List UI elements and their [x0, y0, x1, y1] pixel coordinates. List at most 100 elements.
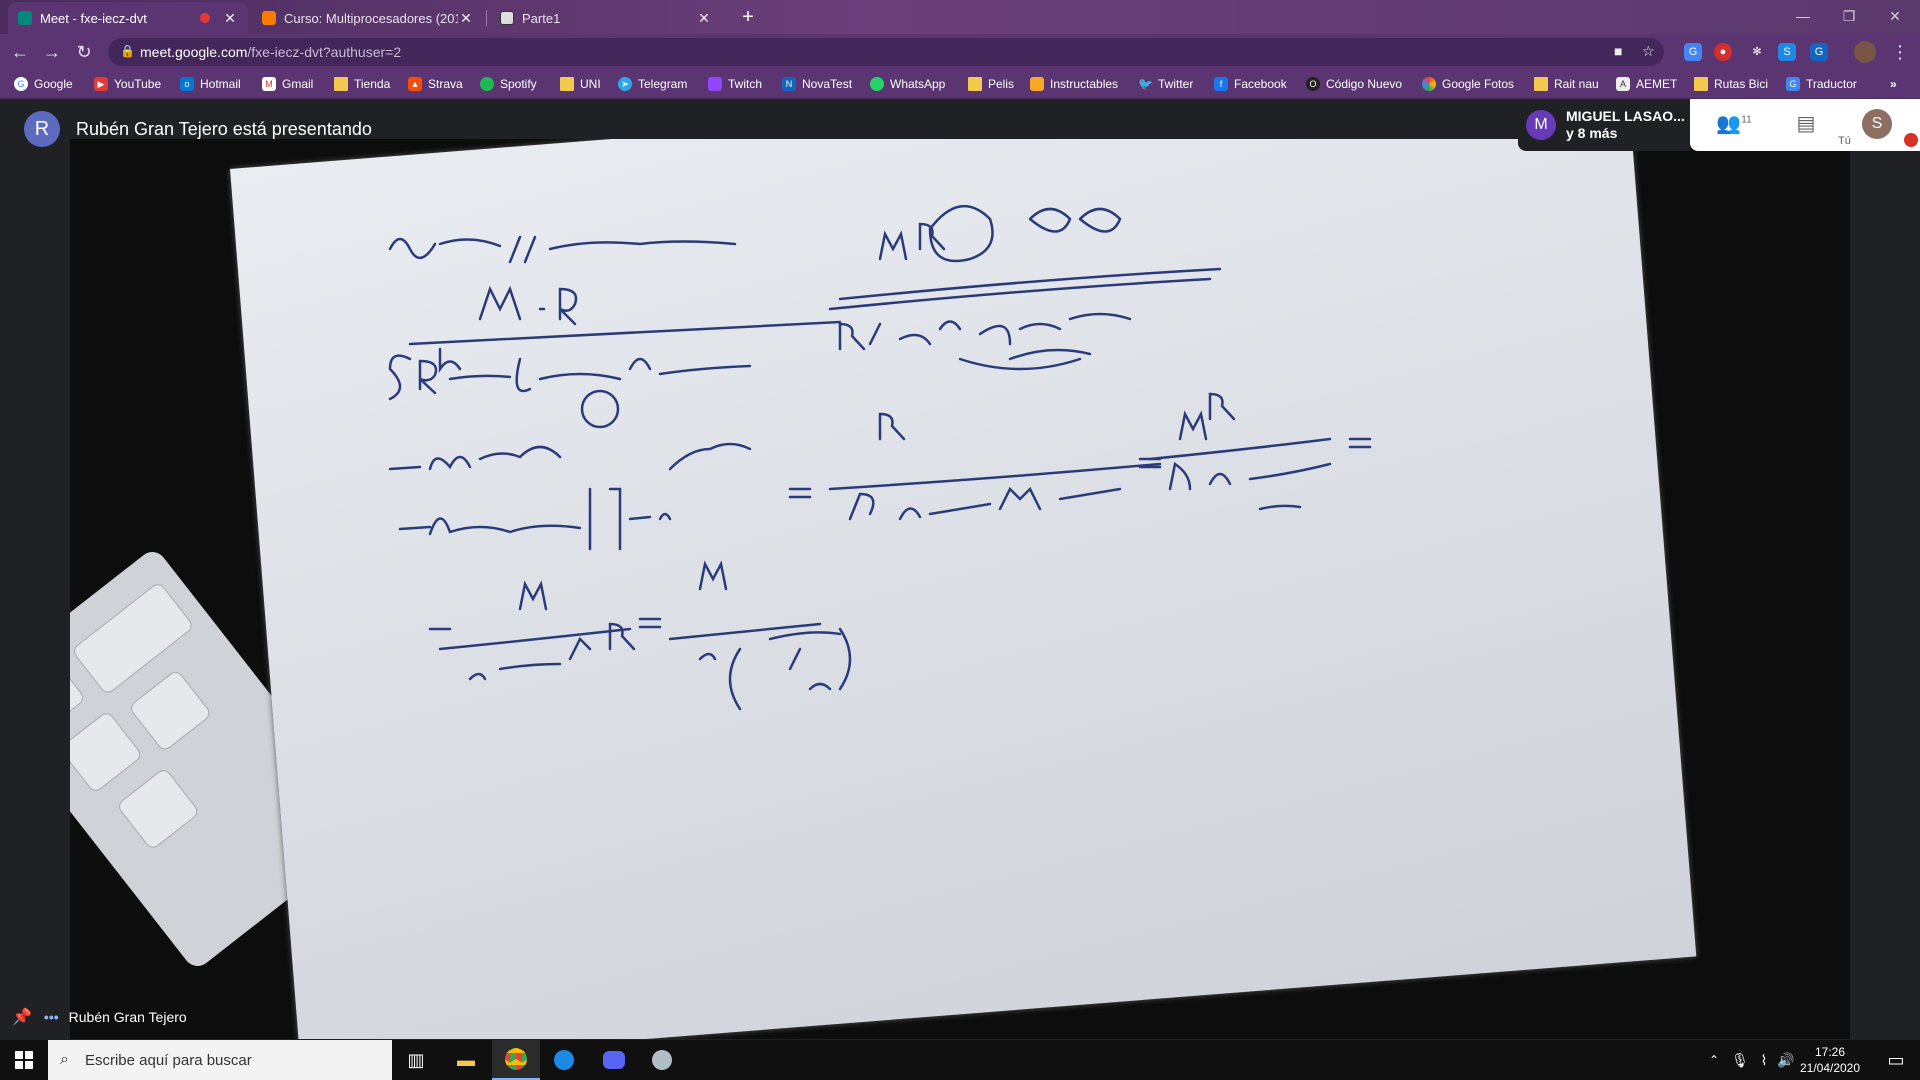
bookmark-label: Google Fotos [1442, 77, 1515, 91]
skype-extension-icon[interactable]: S [1778, 43, 1796, 61]
reload-icon[interactable]: ↻ [72, 40, 96, 64]
more-options-icon[interactable]: ••• [44, 1009, 59, 1025]
folder-icon [1694, 77, 1708, 91]
self-label: Tú [1838, 135, 1851, 147]
self-avatar[interactable]: S [1862, 109, 1892, 139]
file-explorer-icon[interactable]: ▬ [442, 1040, 490, 1080]
participants-chip[interactable]: M MIGUEL LASAO... y 8 más [1518, 99, 1690, 151]
taskbar-clock[interactable]: 17:26 21/04/2020 [1780, 1044, 1880, 1076]
close-window-icon[interactable]: ✕ [1872, 4, 1918, 28]
bookmark-tienda[interactable]: Tienda [334, 75, 390, 93]
bookmark-codigo-nuevo[interactable]: O Código Nuevo [1306, 75, 1402, 93]
tab-parte1[interactable]: Parte1 ✕ [490, 2, 722, 34]
bookmark-pelis[interactable]: Pelis [968, 75, 1014, 93]
people-icon: 👥 [1716, 113, 1742, 135]
camera-icon[interactable]: ■ [1614, 43, 1622, 59]
menu-kebab-icon[interactable]: ⋮ [1888, 40, 1912, 64]
bookmark-telegram[interactable]: ➤ Telegram [618, 75, 687, 93]
google-icon: G [14, 77, 28, 91]
forward-arrow-icon[interactable]: → [40, 40, 64, 64]
tab-divider [486, 10, 487, 26]
presenter-banner-text: Rubén Gran Tejero está presentando [76, 118, 372, 139]
bookmark-whatsapp[interactable]: WhatsApp [870, 75, 945, 93]
close-tab-icon[interactable]: ✕ [222, 10, 238, 27]
bookmark-facebook[interactable]: f Facebook [1214, 75, 1287, 93]
discord-icon[interactable] [590, 1040, 638, 1080]
task-view-icon[interactable]: ▥ [392, 1040, 440, 1080]
bookmark-label: Twitter [1158, 77, 1194, 91]
speaker-name: Rubén Gran Tejero [68, 1009, 187, 1025]
bookmark-label: Hotmail [200, 77, 241, 91]
mic-off-icon [1904, 133, 1918, 147]
folder-icon [334, 77, 348, 91]
tab-curso[interactable]: Curso: Multiprocesadores (2019- ✕ [252, 2, 484, 34]
speaker-name-tag: 📌 ••• Rubén Gran Tejero [12, 1007, 187, 1027]
bookmarks-bar: G Google ▶ YouTube o Hotmail M Gmail Tienda … [0, 70, 1920, 99]
bookmark-novatest[interactable]: N NovaTest [782, 75, 852, 93]
presenter-banner: R Rubén Gran Tejero está presentando [24, 111, 372, 147]
bookmark-traductor[interactable]: G Traductor [1786, 75, 1857, 93]
windows-start-icon[interactable] [0, 1040, 48, 1080]
codigo-nuevo-icon: O [1306, 77, 1320, 91]
folder-icon [1534, 77, 1548, 91]
bookmark-label: Rait nau [1554, 77, 1599, 91]
bookmark-google-fotos[interactable]: Google Fotos [1422, 75, 1514, 93]
tab-meet[interactable]: Meet - fxe-iecz-dvt ✕ [8, 2, 248, 34]
novatest-icon: N [782, 77, 796, 91]
address-bar[interactable]: 🔒 meet.google.com/fxe-iecz-dvt?authuser=… [108, 38, 1664, 66]
close-tab-icon[interactable]: ✕ [458, 10, 474, 27]
restore-window-icon[interactable]: ❐ [1826, 4, 1872, 28]
bookmark-uni[interactable]: UNI [560, 75, 601, 93]
meet-side-controls: 👥11 ▤ S Tú [1690, 99, 1920, 151]
url-text: meet.google.com/fxe-iecz-dvt?authuser=2 [140, 44, 401, 60]
bookmark-strava[interactable]: ▲ Strava [408, 75, 463, 93]
bookmark-label: Código Nuevo [1326, 77, 1403, 91]
profile-avatar[interactable] [1854, 41, 1876, 63]
bookmark-rait-nau[interactable]: Rait nau [1534, 75, 1599, 93]
gmail-icon: M [262, 77, 276, 91]
outlook-icon: o [180, 77, 194, 91]
facebook-icon: f [1214, 77, 1228, 91]
taskbar-search-box[interactable]: ⌕ Escribe aquí para buscar [48, 1040, 392, 1080]
strava-icon: ▲ [408, 77, 422, 91]
close-tab-icon[interactable]: ✕ [696, 10, 712, 27]
people-button[interactable]: 👥11 [1714, 111, 1754, 139]
new-tab-button[interactable]: + [736, 6, 760, 30]
bookmark-star-icon[interactable]: ☆ [1642, 43, 1655, 60]
grammar-extension-icon[interactable]: G [1810, 43, 1828, 61]
bookmark-twitch[interactable]: Twitch [708, 75, 762, 93]
chrome-taskbar-icon[interactable] [492, 1040, 540, 1080]
url-path: /fxe-iecz-dvt?authuser=2 [247, 44, 402, 60]
gear-extension-icon[interactable]: ✻ [1748, 43, 1766, 61]
twitter-icon: 🐦 [1138, 77, 1153, 91]
bookmark-rutas-bici[interactable]: Rutas Bici [1694, 75, 1768, 93]
app-icon-2[interactable] [638, 1040, 686, 1080]
bookmark-google[interactable]: G Google [14, 75, 73, 93]
chat-icon: ▤ [1796, 113, 1816, 135]
bookmark-label: Gmail [282, 77, 314, 91]
folder-icon [560, 77, 574, 91]
bookmark-aemet[interactable]: A AEMET [1616, 75, 1677, 93]
moodle-favicon-icon [262, 11, 276, 25]
twitch-icon [708, 77, 722, 91]
bookmark-twitter[interactable]: 🐦 Twitter [1138, 75, 1193, 93]
more-bookmarks-chevron-icon[interactable]: » [1890, 75, 1897, 93]
people-count: 11 [1741, 114, 1752, 126]
bookmark-youtube[interactable]: ▶ YouTube [94, 75, 161, 93]
bookmark-label: Strava [428, 77, 463, 91]
pin-icon[interactable]: 📌 [12, 1007, 32, 1027]
back-arrow-icon[interactable]: ← [8, 40, 32, 64]
minimize-window-icon[interactable]: — [1780, 4, 1826, 28]
bookmark-hotmail[interactable]: o Hotmail [180, 75, 241, 93]
bookmark-spotify[interactable]: Spotify [480, 75, 537, 93]
meet-presentation-area: R Rubén Gran Tejero está presentando M M… [0, 99, 1920, 1040]
bookmark-instructables[interactable]: Instructables [1030, 75, 1118, 93]
bookmark-gmail[interactable]: M Gmail [262, 75, 313, 93]
notifications-icon[interactable]: ▭ [1872, 1040, 1920, 1080]
bookmark-label: NovaTest [802, 77, 853, 91]
chat-button[interactable]: ▤ [1786, 111, 1826, 139]
adblock-extension-icon[interactable]: ● [1714, 43, 1732, 61]
app-icon[interactable] [540, 1040, 588, 1080]
translate-extension-icon[interactable]: G [1684, 43, 1702, 61]
bookmark-label: Tienda [354, 77, 391, 91]
